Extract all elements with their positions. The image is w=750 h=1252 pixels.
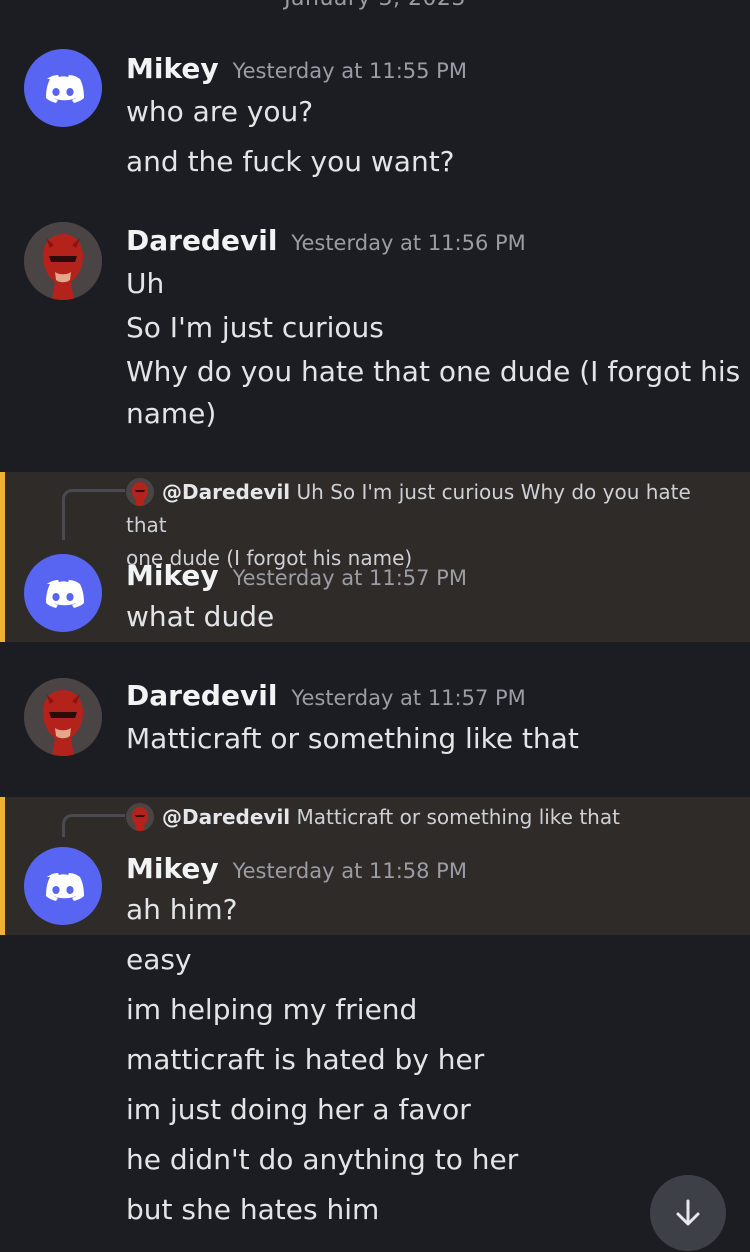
discord-logo-icon[interactable] bbox=[24, 554, 102, 632]
timestamp: Yesterday at 11:58 PM bbox=[232, 859, 467, 883]
daredevil-avatar-svg bbox=[24, 678, 102, 756]
timestamp: Yesterday at 11:56 PM bbox=[291, 231, 526, 255]
message-group-mikey-reply-2: @Daredevil Matticraft or something like … bbox=[0, 797, 750, 935]
message-line: Uh bbox=[126, 267, 165, 300]
reply-preview[interactable]: @Daredevil Matticraft or something like … bbox=[126, 801, 726, 834]
timestamp: Yesterday at 11:55 PM bbox=[232, 59, 467, 83]
message-line: name) bbox=[126, 397, 217, 430]
daredevil-avatar-icon[interactable] bbox=[24, 678, 102, 756]
username[interactable]: Mikey Yesterday at 11:57 PM bbox=[126, 559, 467, 592]
message-line: and the fuck you want? bbox=[126, 145, 455, 178]
message-continuation: easy im helping my friend matticraft is … bbox=[0, 935, 750, 1252]
message-group-mikey-1: Mikey Yesterday at 11:55 PM who are you? … bbox=[0, 40, 750, 190]
discord-logo-icon-svg bbox=[46, 580, 84, 608]
scroll-to-bottom-button[interactable] bbox=[650, 1175, 726, 1251]
author-name[interactable]: Daredevil bbox=[126, 679, 277, 712]
discord-logo-icon[interactable] bbox=[24, 847, 102, 925]
author-name[interactable]: Mikey bbox=[126, 852, 219, 885]
message-line: but she hates him bbox=[126, 1193, 380, 1226]
date-divider: January 3, 2023 bbox=[0, 0, 750, 11]
message-line: matticraft is hated by her bbox=[126, 1043, 485, 1076]
message-line: Why do you hate that one dude (I forgot … bbox=[126, 355, 741, 388]
reply-snippet: Matticraft or something like that bbox=[296, 805, 620, 829]
timestamp: Yesterday at 11:57 PM bbox=[291, 686, 526, 710]
message-group-mikey-reply-1: @Daredevil Uh So I'm just curious Why do… bbox=[0, 472, 750, 642]
reply-mention[interactable]: @Daredevil bbox=[162, 480, 290, 504]
arrow-down-icon bbox=[676, 1199, 700, 1226]
discord-logo-icon[interactable] bbox=[24, 49, 102, 127]
reply-mention[interactable]: @Daredevil bbox=[162, 805, 290, 829]
message-line: ah him? bbox=[126, 893, 238, 926]
message-line: Matticraft or something like that bbox=[126, 722, 579, 755]
reply-connector bbox=[62, 489, 125, 540]
message-line: im just doing her a favor bbox=[126, 1093, 471, 1126]
message-line: he didn't do anything to her bbox=[126, 1143, 519, 1176]
message-line: what dude bbox=[126, 600, 275, 633]
username[interactable]: Daredevil Yesterday at 11:57 PM bbox=[126, 679, 526, 712]
author-name[interactable]: Mikey bbox=[126, 52, 219, 85]
message-group-daredevil-1: Daredevil Yesterday at 11:56 PM Uh So I'm… bbox=[0, 210, 750, 450]
message-line: im helping my friend bbox=[126, 993, 418, 1026]
message-line: easy bbox=[126, 943, 192, 976]
message-group-daredevil-2: Daredevil Yesterday at 11:57 PM Matticraf… bbox=[0, 665, 750, 775]
daredevil-avatar-svg bbox=[24, 222, 102, 300]
username[interactable]: Mikey Yesterday at 11:58 PM bbox=[126, 852, 467, 885]
message-line: So I'm just curious bbox=[126, 311, 384, 344]
reply-connector bbox=[62, 814, 125, 837]
username[interactable]: Mikey Yesterday at 11:55 PM bbox=[126, 52, 467, 85]
discord-logo-icon-svg bbox=[46, 873, 84, 901]
username[interactable]: Daredevil Yesterday at 11:56 PM bbox=[126, 224, 526, 257]
author-name[interactable]: Mikey bbox=[126, 559, 219, 592]
timestamp: Yesterday at 11:57 PM bbox=[232, 566, 467, 590]
discord-logo-icon-svg bbox=[46, 75, 84, 103]
daredevil-avatar-icon[interactable] bbox=[24, 222, 102, 300]
message-line: who are you? bbox=[126, 95, 314, 128]
author-name[interactable]: Daredevil bbox=[126, 224, 277, 257]
